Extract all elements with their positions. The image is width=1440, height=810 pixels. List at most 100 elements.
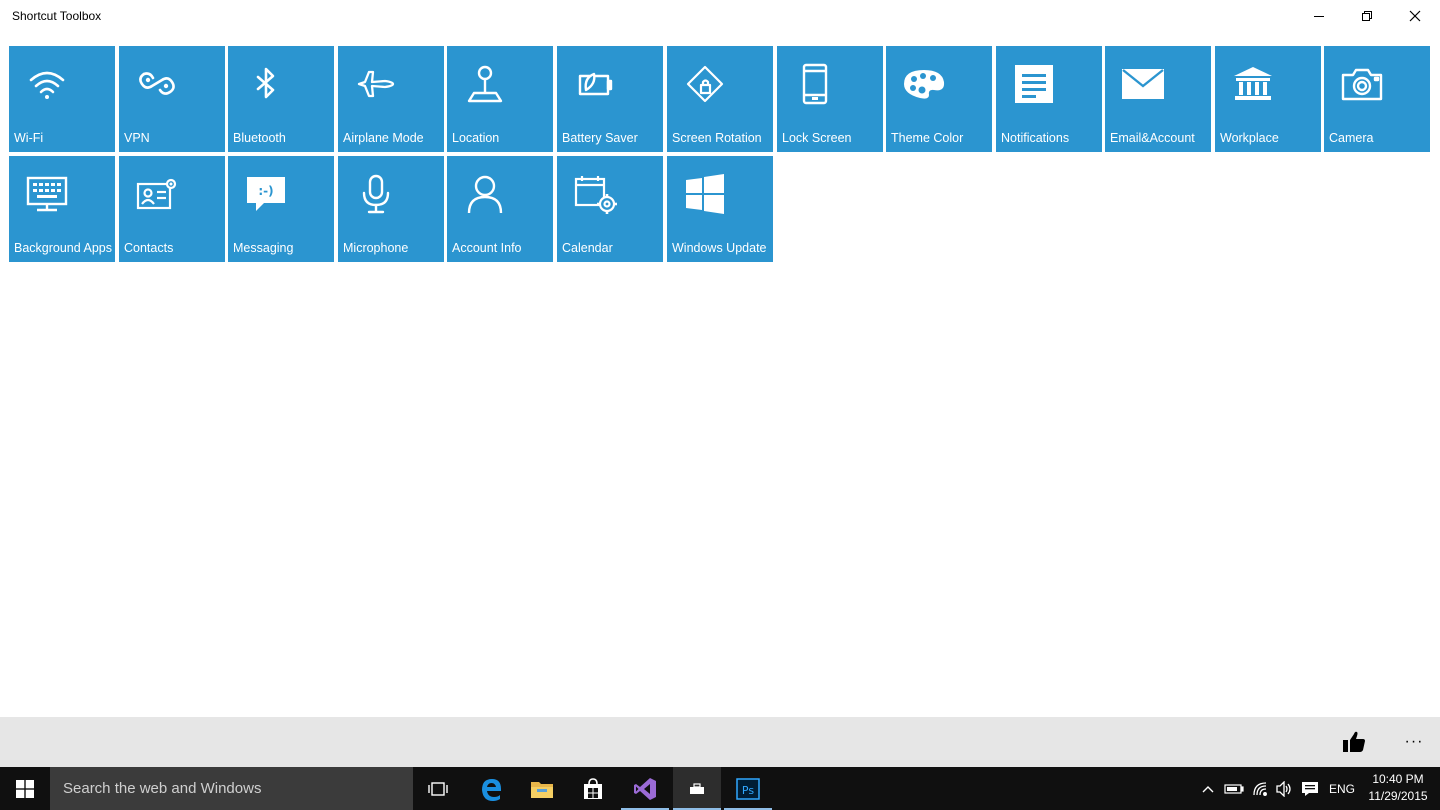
camera-icon: [1324, 46, 1399, 121]
tile-battery-saver[interactable]: Battery Saver: [557, 46, 663, 152]
edge-icon: [482, 778, 501, 801]
visual-studio-icon: [634, 777, 656, 800]
visual-studio-button[interactable]: [621, 767, 669, 810]
store-button[interactable]: [569, 767, 617, 810]
restore-button[interactable]: [1344, 0, 1390, 32]
background-apps-icon: [9, 156, 84, 231]
tile-bluetooth[interactable]: Bluetooth: [228, 46, 334, 152]
tile-microphone[interactable]: Microphone: [338, 156, 444, 262]
vpn-icon: [119, 46, 194, 121]
shortcut-toolbox-button[interactable]: [673, 767, 721, 810]
network-status-button[interactable]: [1250, 767, 1272, 810]
store-icon: [584, 777, 602, 799]
photoshop-label: Ps: [742, 784, 754, 797]
more-button[interactable]: ···: [1398, 727, 1430, 757]
minimize-icon: [1314, 16, 1324, 17]
wifi-icon: [9, 46, 84, 121]
restore-icon: [1362, 11, 1372, 21]
tile-label: Account Info: [452, 241, 522, 255]
notifications-icon: [996, 46, 1071, 121]
edge-button[interactable]: [467, 767, 515, 810]
tile-airplane-mode[interactable]: Airplane Mode: [338, 46, 444, 152]
windows-logo-icon: [16, 779, 34, 798]
tile-label: Windows Update: [672, 241, 767, 255]
tile-notifications[interactable]: Notifications: [996, 46, 1102, 152]
lock-screen-icon: [777, 46, 852, 121]
tile-windows-update[interactable]: Windows Update: [667, 156, 773, 262]
account-icon: [447, 156, 522, 231]
tile-email-account[interactable]: Email&Account: [1105, 46, 1211, 152]
tile-label: Location: [452, 131, 500, 145]
tile-workplace[interactable]: Workplace: [1215, 46, 1321, 152]
photoshop-icon: Ps: [736, 777, 760, 800]
battery-status-button[interactable]: [1223, 767, 1245, 810]
bluetooth-icon: [228, 46, 303, 121]
tile-label: Workplace: [1220, 131, 1279, 145]
calendar-icon: [557, 156, 632, 231]
search-input[interactable]: Search the web and Windows: [50, 767, 413, 810]
tile-label: Wi-Fi: [14, 131, 44, 145]
tile-lock-screen[interactable]: Lock Screen: [777, 46, 883, 152]
tile-label: Contacts: [124, 241, 174, 255]
app-bar: ···: [0, 717, 1440, 767]
tile-vpn[interactable]: VPN: [119, 46, 225, 152]
file-explorer-button[interactable]: [518, 767, 566, 810]
file-explorer-icon: [531, 781, 553, 798]
like-button[interactable]: [1336, 727, 1372, 757]
show-hidden-icons-button[interactable]: [1199, 767, 1217, 810]
title-bar[interactable]: Shortcut Toolbox: [0, 0, 1440, 32]
location-icon: [447, 46, 522, 121]
tile-label: Bluetooth: [233, 131, 286, 145]
tile-background-apps[interactable]: Background Apps: [9, 156, 115, 262]
thumbs-up-icon: [1343, 731, 1365, 752]
microphone-icon: [338, 156, 413, 231]
app-window: Shortcut Toolbox Wi-Fi VPN Bluetooth Air…: [0, 0, 1440, 767]
clock[interactable]: 10:40 PM 11/29/2015: [1362, 771, 1434, 805]
tile-label: Messaging: [233, 241, 294, 255]
volume-button[interactable]: [1273, 767, 1295, 810]
airplane-icon: [338, 46, 413, 121]
windows-update-icon: [667, 156, 742, 231]
close-button[interactable]: [1392, 0, 1438, 32]
action-center-icon: [1302, 781, 1318, 796]
clock-date: 11/29/2015: [1368, 789, 1428, 803]
close-icon: [1409, 10, 1421, 22]
tile-label: Notifications: [1001, 131, 1070, 145]
tile-label: Email&Account: [1110, 131, 1195, 145]
task-view-button[interactable]: [414, 767, 462, 810]
tile-location[interactable]: Location: [447, 46, 553, 152]
wifi-status-icon: [1253, 781, 1267, 796]
taskbar: Search the web and Windows Ps ENG 10:40 …: [0, 767, 1440, 810]
tile-label: Battery Saver: [562, 131, 638, 145]
speaker-icon: [1276, 780, 1291, 797]
tile-label: Theme Color: [891, 131, 964, 145]
workplace-icon: [1215, 46, 1290, 121]
tile-label: Camera: [1329, 131, 1374, 145]
tile-camera[interactable]: Camera: [1324, 46, 1430, 152]
app-title: Shortcut Toolbox: [12, 9, 102, 23]
tile-wifi[interactable]: Wi-Fi: [9, 46, 115, 152]
battery-saver-icon: [557, 46, 632, 121]
email-icon: [1105, 46, 1180, 121]
svg-text::-): :-): [258, 184, 273, 198]
palette-icon: [886, 46, 961, 121]
start-button[interactable]: [0, 767, 50, 810]
tile-contacts[interactable]: Contacts: [119, 156, 225, 262]
chevron-up-icon: [1202, 785, 1214, 792]
contacts-icon: [119, 156, 194, 231]
tile-label: Calendar: [562, 241, 613, 255]
tile-label: Airplane Mode: [343, 131, 424, 145]
action-center-button[interactable]: [1299, 767, 1321, 810]
messaging-icon: :-): [228, 156, 303, 231]
language-indicator[interactable]: ENG: [1329, 767, 1355, 810]
tile-label: Microphone: [343, 241, 409, 255]
tile-account-info[interactable]: Account Info: [447, 156, 553, 262]
tile-messaging[interactable]: :-) Messaging: [228, 156, 334, 262]
photoshop-button[interactable]: Ps: [724, 767, 772, 810]
tile-calendar[interactable]: Calendar: [557, 156, 663, 262]
tile-label: Lock Screen: [782, 131, 852, 145]
tile-screen-rotation[interactable]: Screen Rotation: [667, 46, 773, 152]
minimize-button[interactable]: [1296, 0, 1342, 32]
tile-theme-color[interactable]: Theme Color: [886, 46, 992, 152]
shortcut-toolbox-icon: [690, 782, 704, 794]
